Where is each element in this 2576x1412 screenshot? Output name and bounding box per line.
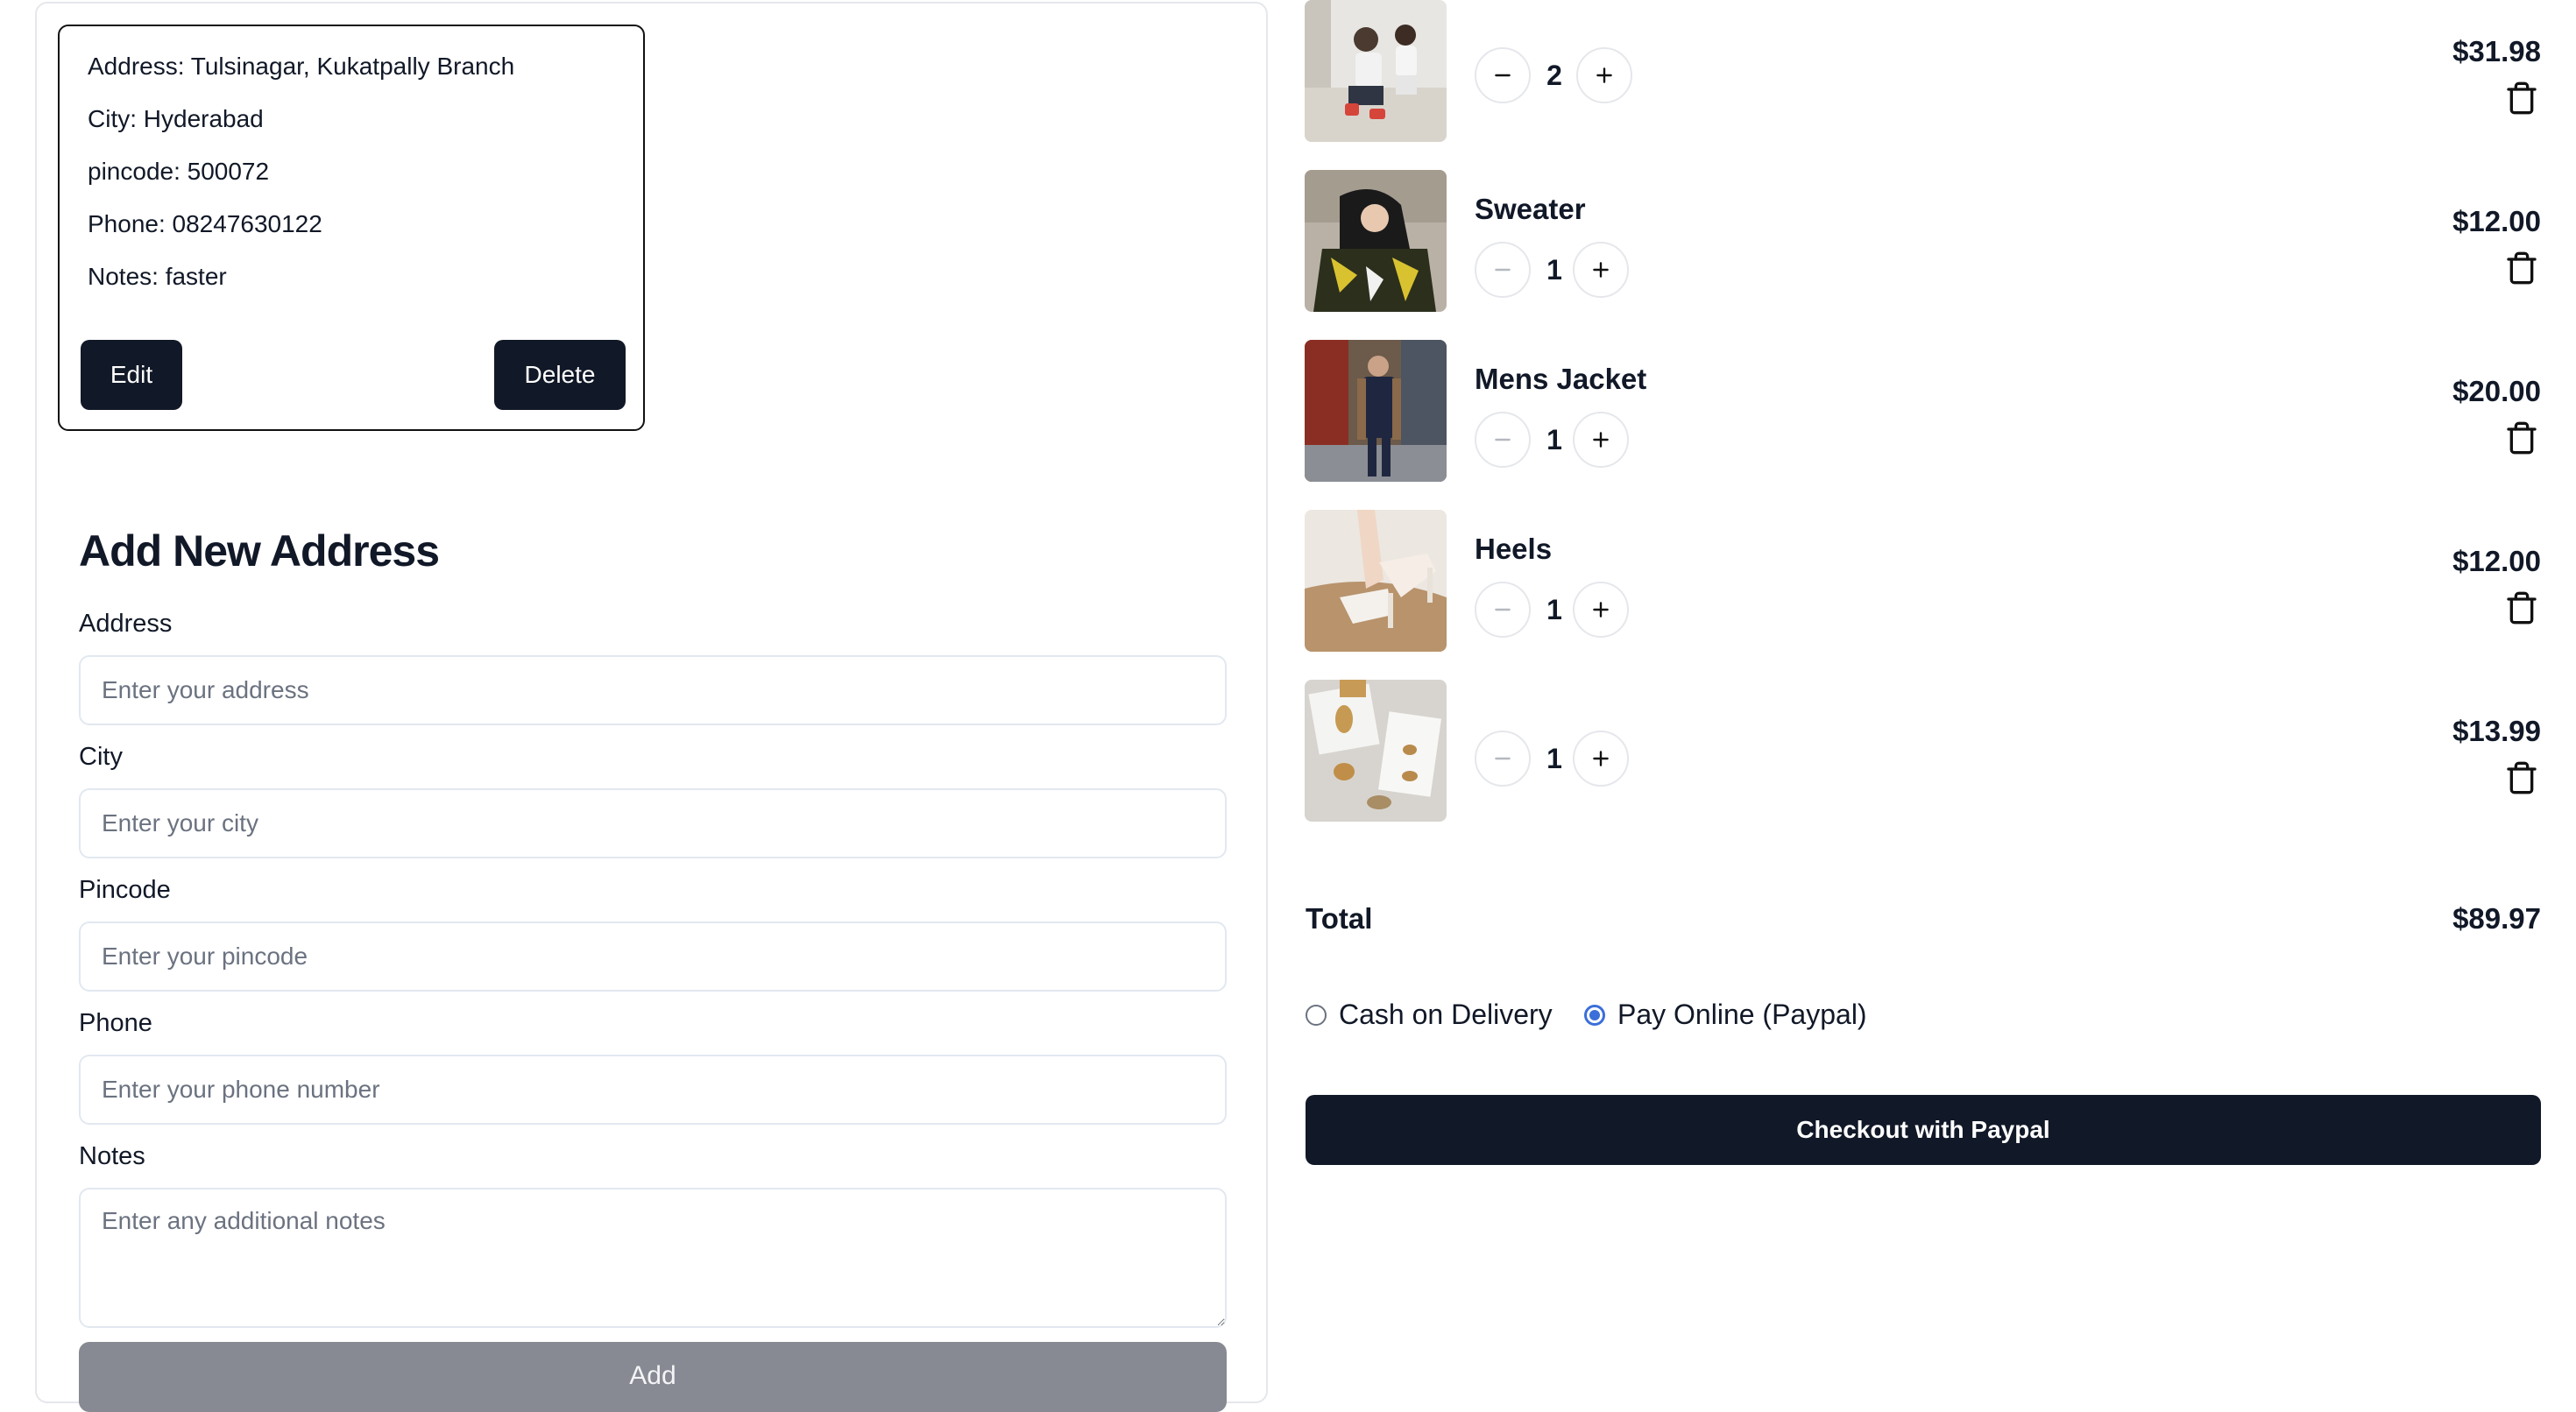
add-address-heading: Add New Address <box>79 526 440 575</box>
saved-pincode-line: pincode: 500072 <box>88 158 270 185</box>
minus-icon <box>1491 64 1514 87</box>
increase-quantity-button[interactable] <box>1573 582 1629 638</box>
item-quantity: 2 <box>1546 60 1562 91</box>
saved-phone-line: Phone: 08247630122 <box>88 210 322 237</box>
product-image <box>1305 0 1447 142</box>
item-price: $12.00 <box>2452 545 2541 577</box>
add-address-button[interactable]: Add <box>79 1342 1227 1412</box>
saved-notes-line: Notes: faster <box>88 263 227 290</box>
minus-icon <box>1491 428 1514 451</box>
notes-textarea[interactable] <box>79 1188 1227 1328</box>
item-name: Sweater <box>1475 193 1586 225</box>
item-name: Heels <box>1475 533 1553 565</box>
pincode-label: Pincode <box>79 876 171 904</box>
cod-label: Cash on Delivery <box>1339 999 1553 1030</box>
increase-quantity-button[interactable] <box>1573 412 1629 468</box>
decrease-quantity-button[interactable] <box>1475 242 1531 298</box>
trash-icon[interactable] <box>2504 81 2539 116</box>
trash-icon[interactable] <box>2504 760 2539 795</box>
trash-icon[interactable] <box>2504 590 2539 625</box>
decrease-quantity-button[interactable] <box>1475 412 1531 468</box>
phone-label: Phone <box>79 1009 152 1037</box>
trash-icon[interactable] <box>2504 251 2539 286</box>
saved-address-line: Address: Tulsinagar, Kukatpally Branch <box>88 53 515 80</box>
edit-address-button[interactable]: Edit <box>81 340 182 410</box>
address-input[interactable] <box>79 655 1227 725</box>
plus-icon <box>1593 64 1616 87</box>
trash-icon[interactable] <box>2504 420 2539 455</box>
product-image <box>1305 170 1447 312</box>
address-label: Address <box>79 610 173 638</box>
payment-option-paypal[interactable]: Pay Online (Paypal) <box>1584 999 1867 1031</box>
saved-city-line: City: Hyderabad <box>88 105 264 132</box>
cart-item: Mens Jacket 1 $20.00 <box>1305 340 2541 482</box>
product-image <box>1305 340 1447 482</box>
item-quantity: 1 <box>1546 594 1562 625</box>
phone-input[interactable] <box>79 1055 1227 1125</box>
payment-option-cod[interactable]: Cash on Delivery <box>1306 999 1553 1031</box>
decrease-quantity-button[interactable] <box>1475 731 1531 787</box>
plus-icon <box>1589 428 1612 451</box>
minus-icon <box>1491 747 1514 770</box>
checkout-button[interactable]: Checkout with Paypal <box>1306 1095 2541 1165</box>
cart-item: 1 $13.99 <box>1305 680 2541 822</box>
item-price: $12.00 <box>2452 205 2541 237</box>
notes-label: Notes <box>79 1142 145 1170</box>
plus-icon <box>1589 598 1612 621</box>
cart-item: 2 $31.98 <box>1305 0 2541 142</box>
item-quantity: 1 <box>1546 424 1562 455</box>
item-quantity: 1 <box>1546 254 1562 286</box>
increase-quantity-button[interactable] <box>1576 47 1632 103</box>
product-image <box>1305 680 1447 822</box>
item-name: Mens Jacket <box>1475 363 1647 395</box>
total-label: Total <box>1306 902 1373 935</box>
saved-address-card: Address: Tulsinagar, Kukatpally Branch C… <box>58 25 645 431</box>
cart-item: Sweater 1 $12.00 <box>1305 170 2541 312</box>
delete-address-button[interactable]: Delete <box>494 340 626 410</box>
total-value: $89.97 <box>2452 902 2541 935</box>
decrease-quantity-button[interactable] <box>1475 47 1531 103</box>
item-quantity: 1 <box>1546 743 1562 774</box>
increase-quantity-button[interactable] <box>1573 731 1629 787</box>
product-image <box>1305 510 1447 652</box>
item-price: $31.98 <box>2452 35 2541 67</box>
item-price: $20.00 <box>2452 375 2541 407</box>
minus-icon <box>1491 598 1514 621</box>
minus-icon <box>1491 258 1514 281</box>
pincode-input[interactable] <box>79 921 1227 992</box>
decrease-quantity-button[interactable] <box>1475 582 1531 638</box>
increase-quantity-button[interactable] <box>1573 242 1629 298</box>
cart-item: Heels 1 $12.00 <box>1305 510 2541 652</box>
item-price: $13.99 <box>2452 715 2541 747</box>
cod-radio[interactable] <box>1306 1004 1327 1026</box>
city-input[interactable] <box>79 788 1227 858</box>
city-label: City <box>79 743 123 771</box>
plus-icon <box>1589 258 1612 281</box>
plus-icon <box>1589 747 1612 770</box>
paypal-label: Pay Online (Paypal) <box>1617 999 1867 1030</box>
paypal-radio[interactable] <box>1584 1004 1605 1026</box>
